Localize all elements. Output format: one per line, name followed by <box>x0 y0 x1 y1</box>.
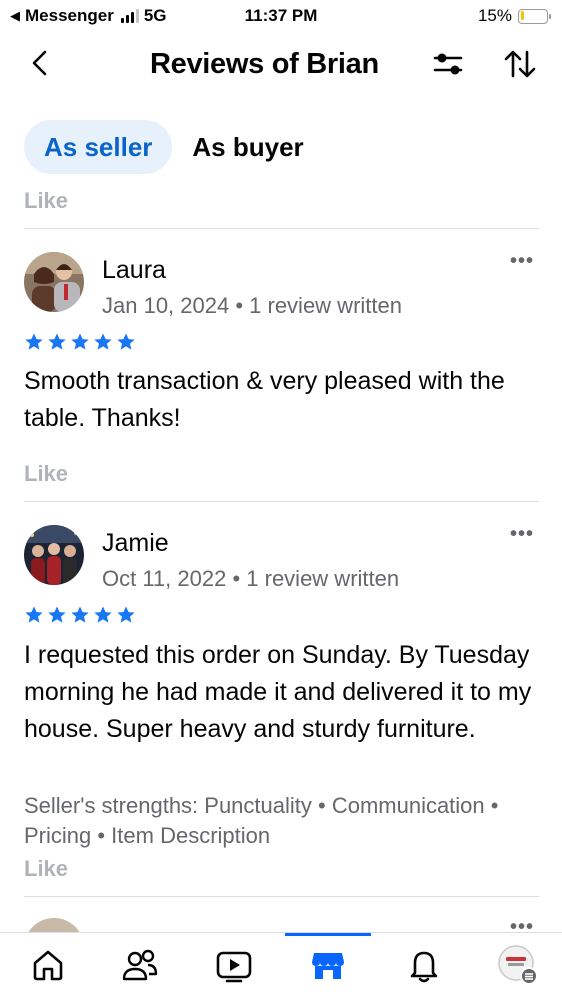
review-meta: Jan 10, 2024 • 1 review written <box>102 293 402 318</box>
bell-icon <box>410 951 438 983</box>
more-options-button[interactable]: ••• <box>510 523 534 546</box>
review-text: Smooth transaction & very pleased with t… <box>24 367 505 432</box>
header: Reviews of Brian <box>0 36 562 92</box>
like-button[interactable]: Like <box>24 188 68 214</box>
profile-menu-icon <box>498 945 538 985</box>
star-icon <box>71 333 89 350</box>
star-icon <box>25 333 43 350</box>
review-tabs: As seller As buyer <box>24 120 304 174</box>
home-icon <box>33 950 63 981</box>
nav-profile-menu[interactable] <box>496 943 540 987</box>
battery-status: 15% <box>477 6 551 26</box>
review-text: I requested this order on Sunday. By Tue… <box>24 641 532 743</box>
avatar-photo <box>24 252 84 312</box>
back-button[interactable] <box>26 48 56 78</box>
nav-video[interactable] <box>212 943 256 987</box>
battery-icon <box>518 8 551 24</box>
nav-notifications[interactable] <box>402 943 446 987</box>
nav-home[interactable] <box>26 943 70 987</box>
divider <box>24 501 539 502</box>
reviewer-name[interactable]: Jamie <box>102 529 169 558</box>
nav-marketplace[interactable] <box>306 943 350 987</box>
avatar[interactable] <box>24 525 84 585</box>
filter-sliders-icon <box>433 53 463 75</box>
star-icon <box>48 333 66 350</box>
more-options-button[interactable]: ••• <box>510 250 534 273</box>
star-rating <box>24 605 136 625</box>
sort-arrows-icon <box>504 50 536 78</box>
star-icon <box>48 606 66 623</box>
star-rating <box>24 332 136 352</box>
divider <box>24 228 539 229</box>
star-icon <box>71 606 89 623</box>
marketplace-icon <box>312 953 344 979</box>
star-icon <box>25 606 43 623</box>
review-meta: Oct 11, 2022 • 1 review written <box>102 566 400 591</box>
filter-button[interactable] <box>432 50 466 78</box>
avatar[interactable] <box>24 252 84 312</box>
battery-percent: 15% <box>477 6 512 25</box>
like-button[interactable]: Like <box>24 856 68 882</box>
nav-friends[interactable] <box>118 943 162 987</box>
bottom-navigation <box>0 932 562 1000</box>
status-bar: ◀ Messenger 5G 11:37 PM 15% <box>0 0 562 32</box>
reviewer-name[interactable]: Laura <box>102 256 166 285</box>
video-icon <box>216 951 252 983</box>
page-title: Reviews of Brian <box>150 48 379 80</box>
active-tab-indicator <box>285 933 371 936</box>
tab-as-seller[interactable]: As seller <box>24 120 173 174</box>
star-icon <box>94 333 112 350</box>
avatar-photo <box>24 525 84 585</box>
sort-button[interactable] <box>502 48 538 80</box>
star-icon <box>117 333 135 350</box>
star-icon <box>94 606 112 623</box>
divider <box>24 896 539 897</box>
seller-strengths: Seller's strengths: Punctuality • Commun… <box>24 793 499 848</box>
star-icon <box>117 606 135 623</box>
like-button[interactable]: Like <box>24 461 68 487</box>
chevron-left-icon <box>32 50 47 76</box>
friends-icon <box>122 949 158 981</box>
tab-as-buyer[interactable]: As buyer <box>192 120 303 174</box>
